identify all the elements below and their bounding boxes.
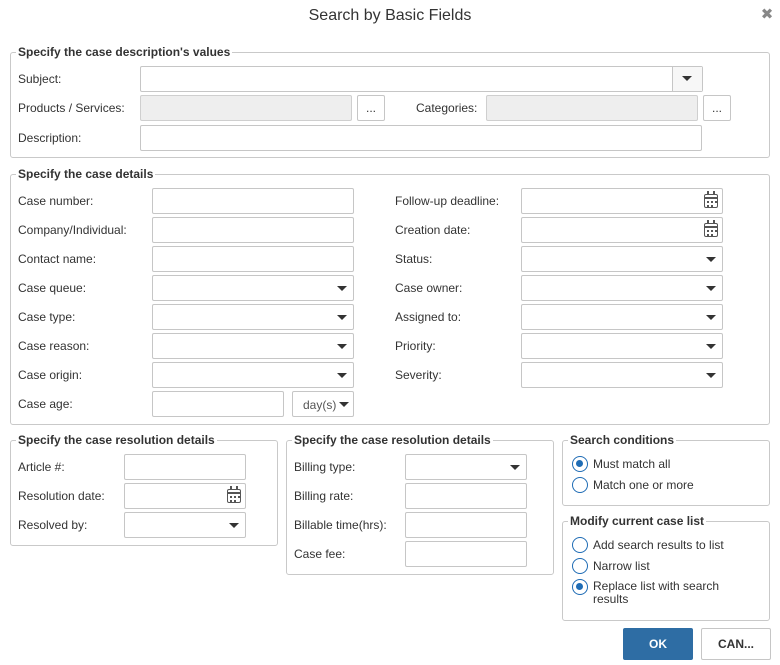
article-label: Article #: [18,460,65,474]
chevron-down-icon [229,523,239,528]
radio-label: Must match all [593,457,671,471]
resolution-date-input[interactable] [124,483,246,509]
categories-browse-button[interactable]: ... [703,95,731,121]
case-number-input[interactable] [152,188,354,214]
case-type-label: Case type: [18,310,76,324]
products-label: Products / Services: [18,101,125,115]
chevron-down-icon [706,344,716,349]
creation-date-label: Creation date: [395,223,471,237]
case-age-unit-select[interactable]: day(s) [292,391,354,417]
case-details-legend: Specify the case details [18,167,154,181]
company-label: Company/Individual: [18,223,127,237]
resolution-legend: Specify the case resolution details [18,433,215,447]
search-conditions-legend: Search conditions [570,433,675,447]
radio-button[interactable] [572,579,588,595]
creation-date-input[interactable] [521,217,723,243]
case-fee-input[interactable] [405,541,527,567]
priority-select[interactable] [521,333,723,359]
ok-button[interactable]: OK [623,628,693,660]
chevron-down-icon [706,315,716,320]
resolved-by-select[interactable] [124,512,246,538]
radio-replace-list[interactable]: Replace list with search results [572,579,762,606]
cancel-button[interactable]: CAN... [701,628,771,660]
radio-button[interactable] [572,558,588,574]
chevron-down-icon [510,465,520,470]
article-input[interactable] [124,454,246,480]
followup-deadline-label: Follow-up deadline: [395,194,500,208]
products-browse-button[interactable]: ... [357,95,385,121]
case-queue-select[interactable] [152,275,354,301]
dialog-title: Search by Basic Fields [308,7,472,24]
case-origin-select[interactable] [152,362,354,388]
case-reason-select[interactable] [152,333,354,359]
case-age-label: Case age: [18,397,73,411]
case-reason-label: Case reason: [18,339,90,353]
chevron-down-icon [339,402,349,407]
billing-rate-input[interactable] [405,483,527,509]
chevron-down-icon [337,286,347,291]
case-description-legend: Specify the case description's values [18,45,231,59]
billable-time-input[interactable] [405,512,527,538]
company-input[interactable] [152,217,354,243]
calendar-icon[interactable] [704,191,718,208]
subject-dropdown-button[interactable] [672,67,702,91]
radio-label: Replace list with search results [593,579,720,606]
categories-input[interactable] [486,95,698,121]
chevron-down-icon [337,315,347,320]
chevron-down-icon [682,76,692,81]
subject-select[interactable] [140,66,703,92]
severity-select[interactable] [521,362,723,388]
contact-name-input[interactable] [152,246,354,272]
description-input[interactable] [140,125,702,151]
chevron-down-icon [337,344,347,349]
severity-label: Severity: [395,368,442,382]
calendar-icon[interactable] [227,486,241,503]
categories-label: Categories: [416,101,478,115]
radio-match-one-or-more[interactable]: Match one or more [572,477,694,493]
billing-rate-label: Billing rate: [294,489,354,503]
chevron-down-icon [706,257,716,262]
case-origin-label: Case origin: [18,368,83,382]
radio-must-match-all[interactable]: Must match all [572,456,670,472]
case-type-select[interactable] [152,304,354,330]
radio-button[interactable] [572,456,588,472]
status-label: Status: [395,252,433,266]
subject-label: Subject: [18,72,62,86]
billing-legend: Specify the case resolution details [294,433,491,447]
case-age-unit-value: day(s) [303,398,337,412]
close-icon[interactable]: ✖ [760,7,774,22]
products-input[interactable] [140,95,352,121]
case-owner-select[interactable] [521,275,723,301]
chevron-down-icon [337,373,347,378]
assigned-to-label: Assigned to: [395,310,462,324]
chevron-down-icon [706,286,716,291]
followup-deadline-input[interactable] [521,188,723,214]
radio-add-results[interactable]: Add search results to list [572,537,724,553]
case-number-label: Case number: [18,194,94,208]
case-owner-label: Case owner: [395,281,463,295]
billing-type-select[interactable] [405,454,527,480]
priority-label: Priority: [395,339,436,353]
chevron-down-icon [706,373,716,378]
assigned-to-select[interactable] [521,304,723,330]
resolution-date-label: Resolution date: [18,489,105,503]
radio-button[interactable] [572,477,588,493]
description-label: Description: [18,131,82,145]
resolved-by-label: Resolved by: [18,518,88,532]
contact-name-label: Contact name: [18,252,97,266]
calendar-icon[interactable] [704,220,718,237]
case-queue-label: Case queue: [18,281,87,295]
billing-type-label: Billing type: [294,460,356,474]
radio-label: Narrow list [593,559,650,573]
billable-time-label: Billable time(hrs): [294,518,387,532]
radio-narrow-list[interactable]: Narrow list [572,558,650,574]
radio-label: Add search results to list [593,538,724,552]
modify-list-legend: Modify current case list [570,514,705,528]
radio-label: Match one or more [593,478,694,492]
case-fee-label: Case fee: [294,547,346,561]
case-age-input[interactable] [152,391,284,417]
radio-button[interactable] [572,537,588,553]
status-select[interactable] [521,246,723,272]
